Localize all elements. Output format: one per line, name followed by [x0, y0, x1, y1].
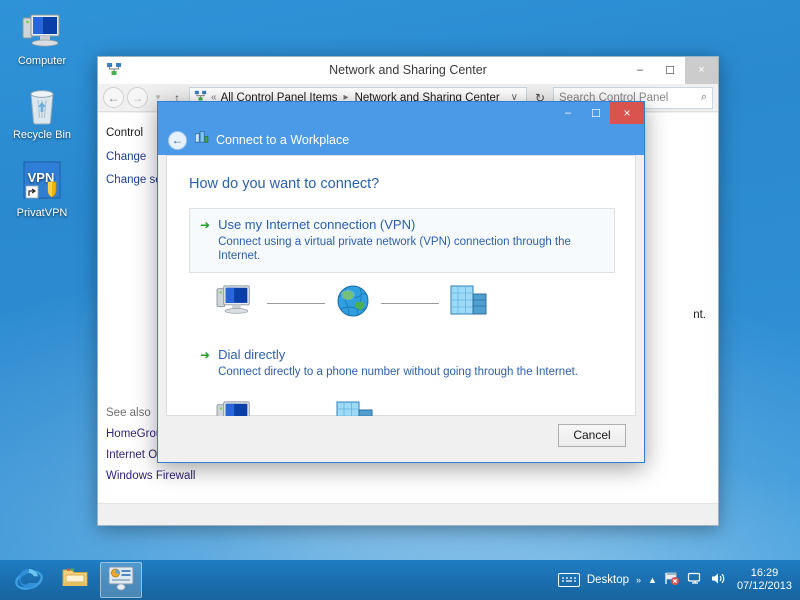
keyboard-icon[interactable]: [558, 573, 580, 587]
volume-icon[interactable]: [710, 571, 726, 589]
dialog-titlebar: – ☐ × ← Connect to a Workplace: [158, 102, 644, 155]
clock-date: 07/12/2013: [737, 580, 792, 593]
option-dial-directly[interactable]: ➜ Dial directly Connect directly to a ph…: [189, 338, 615, 389]
clock[interactable]: 16:29 07/12/2013: [733, 567, 792, 593]
arrow-icon: ➜: [200, 217, 210, 233]
dialog-minimize-button[interactable]: –: [554, 102, 582, 124]
vpn-shortcut-icon: VPN: [0, 158, 84, 204]
server-icon: [449, 284, 493, 323]
system-tray: Desktop » ▲ 16:29: [558, 567, 800, 593]
option-description: Connect using a virtual private network …: [218, 235, 604, 263]
cancel-button[interactable]: Cancel: [558, 424, 626, 447]
workplace-icon: [194, 130, 209, 150]
see-also-link-windows-firewall[interactable]: Windows Firewall: [106, 470, 236, 482]
option-title: Use my Internet connection (VPN): [218, 217, 604, 233]
show-hidden-icons-button[interactable]: ▲: [648, 575, 657, 585]
internet-explorer-icon: [15, 564, 43, 597]
dialog-heading: How do you want to connect?: [189, 176, 615, 192]
connection-line: [267, 303, 325, 304]
dialog-maximize-button[interactable]: ☐: [582, 102, 610, 124]
window-titlebar: Network and Sharing Center – ☐ ×: [98, 57, 718, 84]
globe-icon: [335, 283, 371, 324]
desktop-icon-privatvpn[interactable]: VPN PrivatVPN: [0, 158, 84, 220]
vpn-connection-diagram: [189, 273, 615, 326]
arrow-icon: ➜: [200, 347, 210, 363]
dialog-back-button[interactable]: ←: [168, 131, 187, 150]
dialog-body: How do you want to connect? ➜ Use my Int…: [166, 155, 636, 416]
desktop-icon-label: Computer: [16, 55, 68, 68]
back-button[interactable]: ←: [103, 87, 124, 108]
taskbar-file-explorer[interactable]: [54, 562, 96, 598]
file-explorer-icon: [61, 565, 89, 596]
desktop-icon-computer[interactable]: Computer: [0, 6, 84, 68]
network-flag-error-icon[interactable]: [664, 571, 680, 589]
dialog-header: ← Connect to a Workplace: [168, 130, 349, 150]
desktop-icon-label: Recycle Bin: [11, 129, 73, 142]
taskbar: Desktop » ▲ 16:29: [0, 560, 800, 600]
tray-desktop-label[interactable]: Desktop: [587, 574, 629, 586]
taskbar-control-panel[interactable]: [100, 562, 142, 598]
option-description: Connect directly to a phone number witho…: [218, 365, 578, 379]
dialog-title: Connect to a Workplace: [216, 133, 349, 147]
tray-overflow-icon[interactable]: »: [636, 575, 641, 585]
desktop-icon-recycle-bin[interactable]: Recycle Bin: [0, 80, 84, 142]
forward-button[interactable]: →: [127, 87, 148, 108]
connection-line: [381, 303, 439, 304]
clock-time: 16:29: [737, 567, 792, 580]
network-icon[interactable]: [687, 571, 703, 589]
dialog-window-controls: – ☐ ×: [554, 102, 644, 124]
connect-to-workplace-dialog: – ☐ × ← Connect to a Workplace How do yo…: [157, 101, 645, 463]
search-icon: ⌕: [701, 91, 707, 104]
taskbar-apps: [0, 562, 142, 598]
taskbar-internet-explorer[interactable]: [8, 562, 50, 598]
content-text-fragment: nt.: [693, 309, 706, 321]
desktop-icon-label: PrivatVPN: [15, 207, 70, 220]
status-bar: [98, 503, 718, 525]
dialog-footer: Cancel: [166, 416, 636, 454]
control-panel-icon: [107, 565, 135, 596]
option-title: Dial directly: [218, 347, 578, 363]
recycle-bin-icon: [0, 80, 84, 126]
dialog-close-button[interactable]: ×: [610, 102, 644, 124]
computer-icon: [0, 6, 84, 52]
option-vpn[interactable]: ➜ Use my Internet connection (VPN) Conne…: [189, 208, 615, 273]
computer-icon: [215, 283, 257, 324]
window-title: Network and Sharing Center: [98, 63, 718, 77]
